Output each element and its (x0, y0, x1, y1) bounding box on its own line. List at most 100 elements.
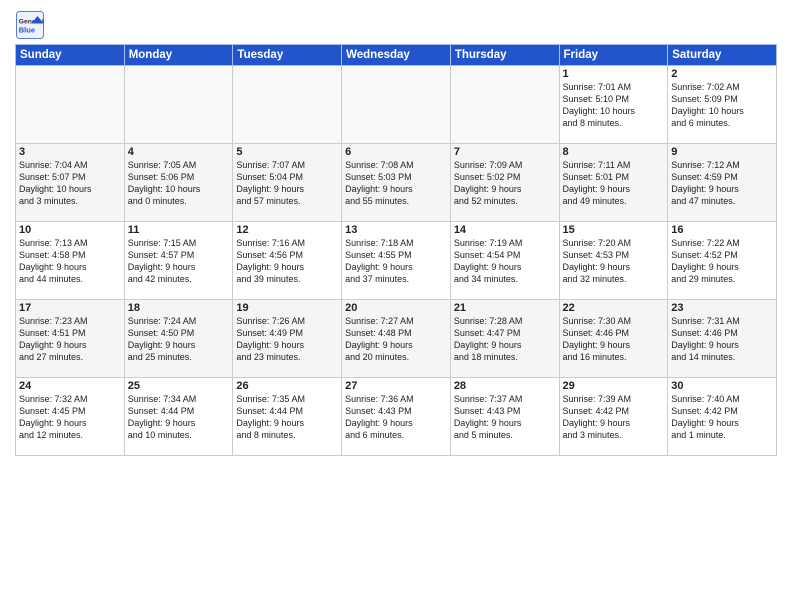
day-info: Sunrise: 7:31 AM Sunset: 4:46 PM Dayligh… (671, 315, 773, 364)
day-cell: 19Sunrise: 7:26 AM Sunset: 4:49 PM Dayli… (233, 300, 342, 378)
weekday-header-friday: Friday (559, 45, 668, 66)
day-number: 3 (19, 146, 121, 158)
day-info: Sunrise: 7:20 AM Sunset: 4:53 PM Dayligh… (563, 237, 665, 286)
day-cell (342, 66, 451, 144)
day-number: 7 (454, 146, 556, 158)
day-cell: 13Sunrise: 7:18 AM Sunset: 4:55 PM Dayli… (342, 222, 451, 300)
day-cell: 27Sunrise: 7:36 AM Sunset: 4:43 PM Dayli… (342, 378, 451, 456)
weekday-header-sunday: Sunday (16, 45, 125, 66)
day-cell: 22Sunrise: 7:30 AM Sunset: 4:46 PM Dayli… (559, 300, 668, 378)
day-cell: 14Sunrise: 7:19 AM Sunset: 4:54 PM Dayli… (450, 222, 559, 300)
week-row-1: 1Sunrise: 7:01 AM Sunset: 5:10 PM Daylig… (16, 66, 777, 144)
day-number: 20 (345, 302, 447, 314)
day-info: Sunrise: 7:34 AM Sunset: 4:44 PM Dayligh… (128, 393, 230, 442)
day-info: Sunrise: 7:11 AM Sunset: 5:01 PM Dayligh… (563, 159, 665, 208)
day-number: 5 (236, 146, 338, 158)
day-cell: 21Sunrise: 7:28 AM Sunset: 4:47 PM Dayli… (450, 300, 559, 378)
day-number: 4 (128, 146, 230, 158)
day-number: 21 (454, 302, 556, 314)
weekday-header-thursday: Thursday (450, 45, 559, 66)
day-number: 25 (128, 380, 230, 392)
header: General Blue (15, 10, 777, 40)
day-info: Sunrise: 7:35 AM Sunset: 4:44 PM Dayligh… (236, 393, 338, 442)
day-info: Sunrise: 7:27 AM Sunset: 4:48 PM Dayligh… (345, 315, 447, 364)
day-number: 18 (128, 302, 230, 314)
day-info: Sunrise: 7:32 AM Sunset: 4:45 PM Dayligh… (19, 393, 121, 442)
day-number: 30 (671, 380, 773, 392)
day-cell: 20Sunrise: 7:27 AM Sunset: 4:48 PM Dayli… (342, 300, 451, 378)
weekday-header-saturday: Saturday (668, 45, 777, 66)
day-cell: 9Sunrise: 7:12 AM Sunset: 4:59 PM Daylig… (668, 144, 777, 222)
day-info: Sunrise: 7:36 AM Sunset: 4:43 PM Dayligh… (345, 393, 447, 442)
day-cell (233, 66, 342, 144)
day-cell (124, 66, 233, 144)
weekday-header-row: SundayMondayTuesdayWednesdayThursdayFrid… (16, 45, 777, 66)
day-info: Sunrise: 7:26 AM Sunset: 4:49 PM Dayligh… (236, 315, 338, 364)
day-info: Sunrise: 7:24 AM Sunset: 4:50 PM Dayligh… (128, 315, 230, 364)
day-info: Sunrise: 7:39 AM Sunset: 4:42 PM Dayligh… (563, 393, 665, 442)
day-info: Sunrise: 7:02 AM Sunset: 5:09 PM Dayligh… (671, 81, 773, 130)
weekday-header-tuesday: Tuesday (233, 45, 342, 66)
day-info: Sunrise: 7:08 AM Sunset: 5:03 PM Dayligh… (345, 159, 447, 208)
svg-text:Blue: Blue (19, 26, 35, 35)
day-number: 6 (345, 146, 447, 158)
day-cell: 3Sunrise: 7:04 AM Sunset: 5:07 PM Daylig… (16, 144, 125, 222)
day-cell: 30Sunrise: 7:40 AM Sunset: 4:42 PM Dayli… (668, 378, 777, 456)
day-number: 15 (563, 224, 665, 236)
day-cell: 28Sunrise: 7:37 AM Sunset: 4:43 PM Dayli… (450, 378, 559, 456)
day-info: Sunrise: 7:04 AM Sunset: 5:07 PM Dayligh… (19, 159, 121, 208)
day-number: 28 (454, 380, 556, 392)
day-cell: 8Sunrise: 7:11 AM Sunset: 5:01 PM Daylig… (559, 144, 668, 222)
day-number: 26 (236, 380, 338, 392)
weekday-header-monday: Monday (124, 45, 233, 66)
week-row-2: 3Sunrise: 7:04 AM Sunset: 5:07 PM Daylig… (16, 144, 777, 222)
day-cell: 12Sunrise: 7:16 AM Sunset: 4:56 PM Dayli… (233, 222, 342, 300)
day-cell: 10Sunrise: 7:13 AM Sunset: 4:58 PM Dayli… (16, 222, 125, 300)
day-number: 8 (563, 146, 665, 158)
day-info: Sunrise: 7:12 AM Sunset: 4:59 PM Dayligh… (671, 159, 773, 208)
day-cell: 25Sunrise: 7:34 AM Sunset: 4:44 PM Dayli… (124, 378, 233, 456)
logo: General Blue (15, 10, 49, 40)
day-cell (450, 66, 559, 144)
day-number: 27 (345, 380, 447, 392)
day-cell: 2Sunrise: 7:02 AM Sunset: 5:09 PM Daylig… (668, 66, 777, 144)
day-info: Sunrise: 7:09 AM Sunset: 5:02 PM Dayligh… (454, 159, 556, 208)
day-number: 1 (563, 68, 665, 80)
day-number: 9 (671, 146, 773, 158)
day-number: 29 (563, 380, 665, 392)
day-info: Sunrise: 7:16 AM Sunset: 4:56 PM Dayligh… (236, 237, 338, 286)
day-cell: 16Sunrise: 7:22 AM Sunset: 4:52 PM Dayli… (668, 222, 777, 300)
day-cell: 29Sunrise: 7:39 AM Sunset: 4:42 PM Dayli… (559, 378, 668, 456)
day-number: 19 (236, 302, 338, 314)
day-info: Sunrise: 7:40 AM Sunset: 4:42 PM Dayligh… (671, 393, 773, 442)
day-info: Sunrise: 7:37 AM Sunset: 4:43 PM Dayligh… (454, 393, 556, 442)
day-cell: 23Sunrise: 7:31 AM Sunset: 4:46 PM Dayli… (668, 300, 777, 378)
day-cell (16, 66, 125, 144)
day-cell: 15Sunrise: 7:20 AM Sunset: 4:53 PM Dayli… (559, 222, 668, 300)
day-number: 24 (19, 380, 121, 392)
day-info: Sunrise: 7:18 AM Sunset: 4:55 PM Dayligh… (345, 237, 447, 286)
day-number: 22 (563, 302, 665, 314)
day-number: 2 (671, 68, 773, 80)
day-info: Sunrise: 7:23 AM Sunset: 4:51 PM Dayligh… (19, 315, 121, 364)
weekday-header-wednesday: Wednesday (342, 45, 451, 66)
day-number: 14 (454, 224, 556, 236)
day-cell: 18Sunrise: 7:24 AM Sunset: 4:50 PM Dayli… (124, 300, 233, 378)
day-info: Sunrise: 7:01 AM Sunset: 5:10 PM Dayligh… (563, 81, 665, 130)
day-cell: 17Sunrise: 7:23 AM Sunset: 4:51 PM Dayli… (16, 300, 125, 378)
day-number: 10 (19, 224, 121, 236)
day-info: Sunrise: 7:15 AM Sunset: 4:57 PM Dayligh… (128, 237, 230, 286)
day-cell: 1Sunrise: 7:01 AM Sunset: 5:10 PM Daylig… (559, 66, 668, 144)
day-info: Sunrise: 7:30 AM Sunset: 4:46 PM Dayligh… (563, 315, 665, 364)
week-row-3: 10Sunrise: 7:13 AM Sunset: 4:58 PM Dayli… (16, 222, 777, 300)
day-info: Sunrise: 7:28 AM Sunset: 4:47 PM Dayligh… (454, 315, 556, 364)
day-cell: 26Sunrise: 7:35 AM Sunset: 4:44 PM Dayli… (233, 378, 342, 456)
day-number: 17 (19, 302, 121, 314)
day-info: Sunrise: 7:22 AM Sunset: 4:52 PM Dayligh… (671, 237, 773, 286)
day-info: Sunrise: 7:07 AM Sunset: 5:04 PM Dayligh… (236, 159, 338, 208)
day-cell: 5Sunrise: 7:07 AM Sunset: 5:04 PM Daylig… (233, 144, 342, 222)
week-row-5: 24Sunrise: 7:32 AM Sunset: 4:45 PM Dayli… (16, 378, 777, 456)
day-number: 16 (671, 224, 773, 236)
day-info: Sunrise: 7:05 AM Sunset: 5:06 PM Dayligh… (128, 159, 230, 208)
day-number: 11 (128, 224, 230, 236)
